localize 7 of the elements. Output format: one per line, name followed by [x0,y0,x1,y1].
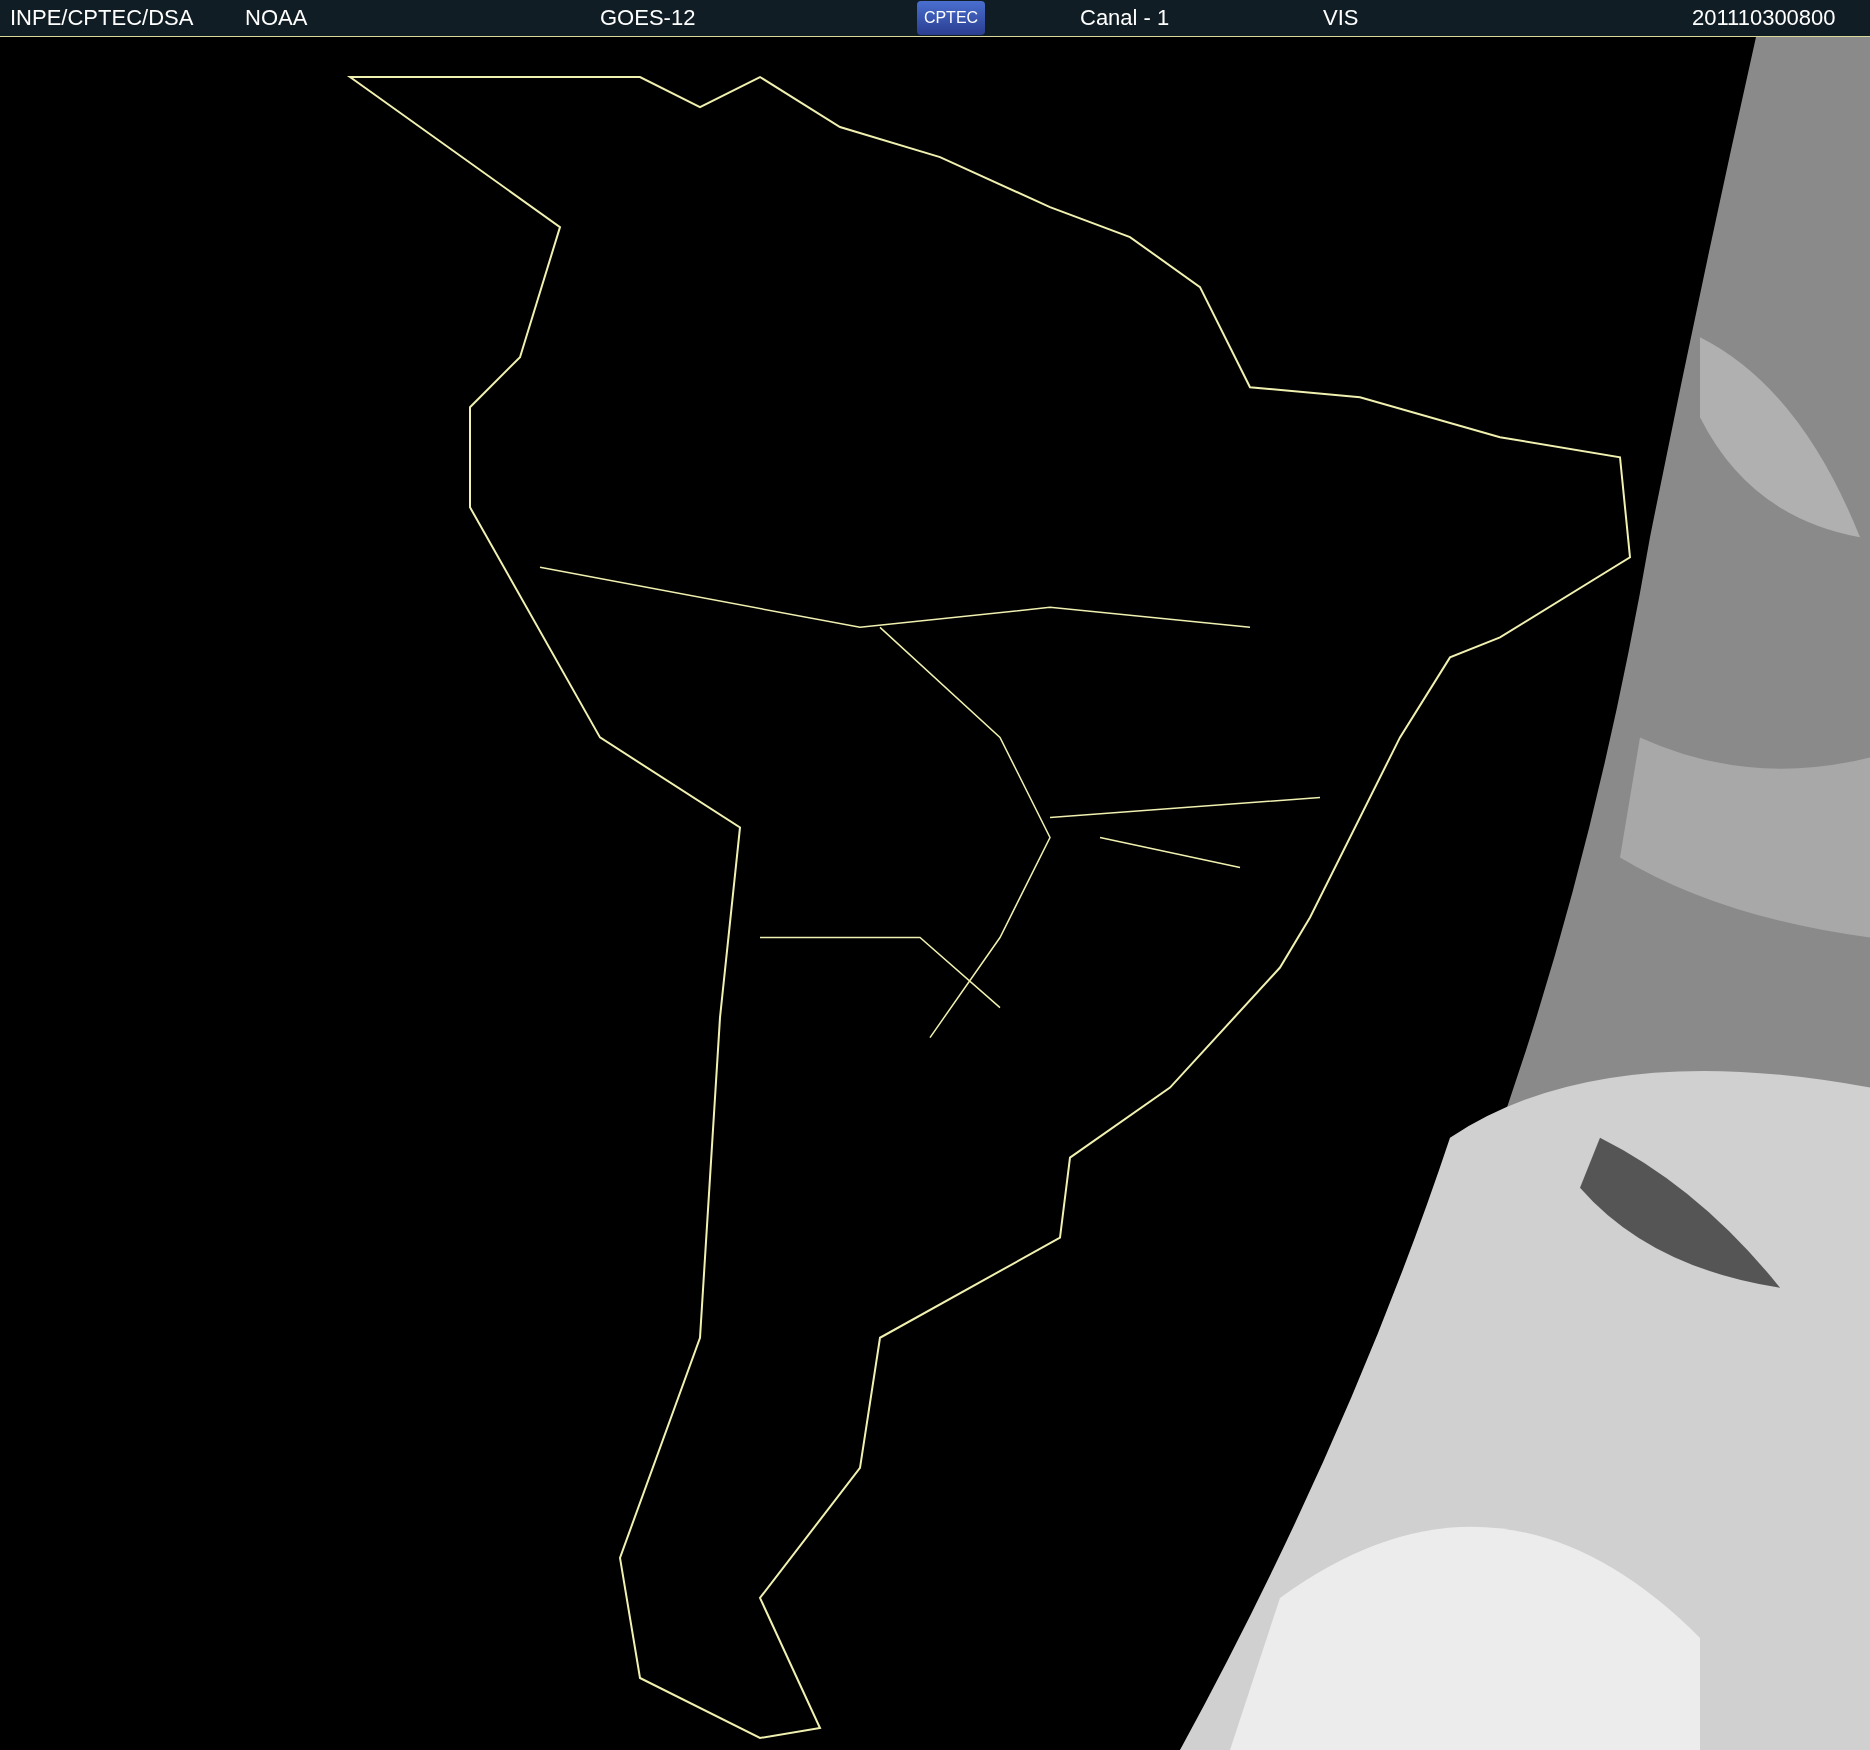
source-label: INPE/CPTEC/DSA [10,5,194,31]
logo: CPTEC [917,1,985,35]
channel-label: Canal - 1 [1080,5,1170,31]
timestamp-label: 201110300800 [1692,5,1836,31]
agency-label: NOAA [245,5,308,31]
satellite-label: GOES-12 [600,5,696,31]
band-label: VIS [1323,5,1359,31]
